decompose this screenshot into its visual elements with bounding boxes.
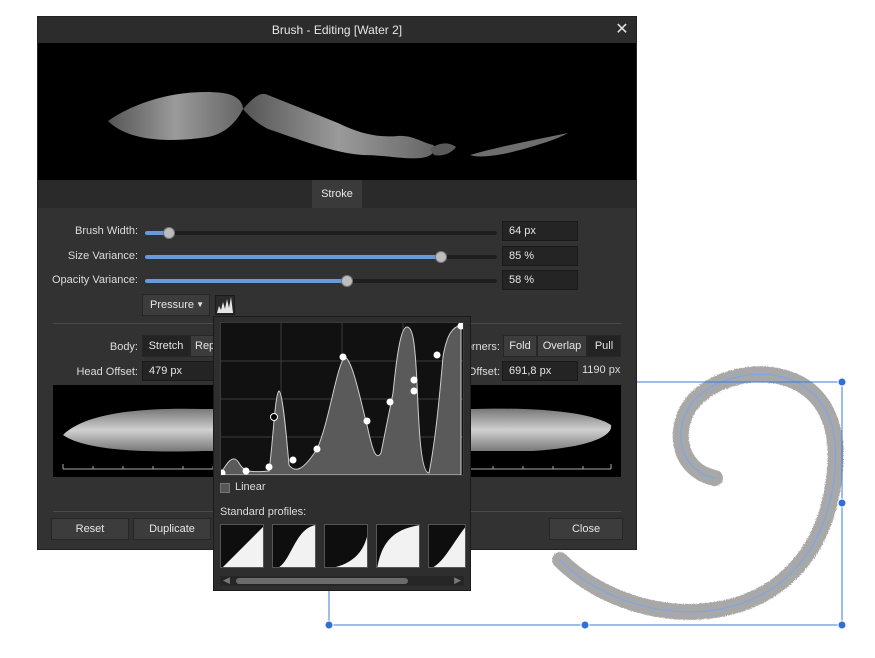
brush-width-slider[interactable] [145,227,497,239]
corners-overlap-button[interactable]: Overlap [537,335,587,357]
body-label: Body: [109,341,138,353]
partial-profile[interactable] [428,524,466,568]
brush-width-label: Brush Width: [75,225,138,237]
linear-profile[interactable] [220,524,264,568]
scrollbar-thumb[interactable] [236,578,408,584]
selection-handle-bottom-left[interactable] [324,620,334,630]
ease-in-out-profile[interactable] [272,524,316,568]
pressure-curve-icon[interactable] [215,295,235,315]
window-title: Brush - Editing [Water 2] [271,23,403,37]
brush-width-knob[interactable] [163,227,175,239]
title-bar[interactable]: Brush - Editing [Water 2] ✕ [38,17,636,43]
reset-button[interactable]: Reset [51,518,129,540]
pressure-curve-editor[interactable] [218,322,465,477]
corners-fold-button[interactable]: Fold [503,335,537,357]
head-offset-field[interactable]: 479 px [142,361,218,381]
size-variance-field[interactable]: 85 % [502,246,578,266]
selection-handle-top-right[interactable] [837,377,847,387]
opacity-variance-label: Opacity Variance: [51,274,138,286]
close-button[interactable]: Close [549,518,623,540]
tab-stroke[interactable]: Stroke [312,180,362,208]
opacity-variance-knob[interactable] [341,275,353,287]
opacity-variance-slider[interactable] [145,275,497,287]
scroll-left-icon[interactable]: ◀ [223,575,230,586]
linear-checkbox[interactable] [220,483,230,493]
brush-preview [38,43,636,180]
head-offset-label: Head Offset: [76,366,138,378]
linear-label: Linear [235,481,266,493]
pressure-dropdown-label: Pressure [150,299,195,311]
tab-bar: Stroke [38,180,636,208]
corners-pull-button[interactable]: Pull [587,335,621,357]
profiles-scrollbar[interactable]: ◀ ▶ [220,575,464,586]
pressure-dropdown[interactable]: Pressure ▼ [142,294,210,316]
size-variance-slider[interactable] [145,251,497,263]
pressure-popup: Linear Standard profiles: ◀ ▶ [213,316,471,591]
triangle-down-icon: ▼ [196,300,204,309]
scroll-right-icon[interactable]: ▶ [454,575,461,586]
duplicate-button[interactable]: Duplicate [133,518,211,540]
stroke-length-label: 1190 px [582,364,621,376]
close-icon[interactable]: ✕ [614,17,630,43]
convex-profile[interactable] [324,524,368,568]
opacity-variance-field[interactable]: 58 % [502,270,578,290]
size-variance-label: Size Variance: [67,250,138,262]
brush-width-field[interactable]: 64 px [502,221,578,241]
concave-profile[interactable] [376,524,420,568]
selection-handle-right[interactable] [837,498,847,508]
size-variance-knob[interactable] [435,251,447,263]
selection-handle-bottom[interactable] [580,620,590,630]
body-stretch-button[interactable]: Stretch [142,335,190,357]
standard-profiles-label: Standard profiles: [220,506,307,518]
tail-offset-field[interactable]: 691,8 px [502,361,578,381]
selection-handle-bottom-right[interactable] [837,620,847,630]
